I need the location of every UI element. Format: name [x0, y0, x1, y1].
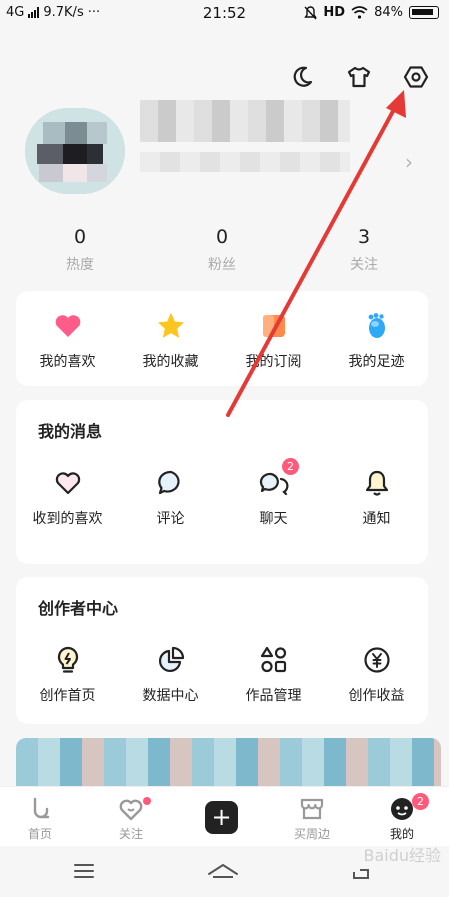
tshirt-icon[interactable]: [346, 64, 372, 90]
message-item-label: 通知: [362, 511, 391, 527]
lightbulb-icon: [57, 646, 78, 673]
create-post-button[interactable]: +: [205, 801, 238, 834]
mute-bell-icon: [304, 5, 318, 19]
tab-home[interactable]: 首页: [0, 795, 80, 842]
messages-card: 我的消息 收到的喜欢 评论 2 聊天 通知: [16, 400, 428, 564]
heart-icon: [55, 315, 80, 337]
tab-label: 买周边: [293, 827, 330, 841]
my-favorites-button[interactable]: 我的收藏: [119, 311, 222, 371]
username-blurred: [140, 100, 350, 142]
heart-outline-icon: [55, 472, 80, 495]
creator-home-button[interactable]: 创作首页: [16, 645, 119, 705]
message-item-label: 评论: [156, 511, 185, 527]
battery-percent: 84%: [374, 5, 403, 20]
creator-item-label: 创作首页: [39, 688, 96, 704]
menu-icon[interactable]: [73, 862, 95, 884]
profile-stats: 0 热度 0 粉丝 3 关注: [0, 226, 449, 276]
subscribe-icon: [262, 315, 285, 337]
comment-icon: [157, 470, 180, 495]
notifications-button[interactable]: 通知: [325, 468, 428, 528]
creator-item-label: 作品管理: [245, 688, 302, 704]
bottom-tab-bar: 首页 关注 + 买周边 2 我的: [0, 786, 449, 846]
status-bar: 4G 9.7K/s ··· 21:52 HD 84%: [0, 0, 449, 26]
chat-button[interactable]: 2 聊天: [222, 458, 325, 528]
chat-badge: 2: [282, 458, 299, 475]
received-likes-button[interactable]: 收到的喜欢: [16, 468, 119, 528]
user-info-blurred: [140, 152, 350, 172]
stat-value: 0: [73, 226, 87, 248]
avatar[interactable]: [25, 108, 125, 194]
works-management-button[interactable]: 作品管理: [222, 645, 325, 705]
stat-popularity[interactable]: 0 热度: [40, 226, 120, 274]
tab-label: 我的: [389, 827, 414, 841]
chevron-right-icon[interactable]: ›: [405, 150, 413, 174]
watermark: Baidu经验: [363, 846, 441, 865]
bell-icon: [365, 470, 388, 496]
creator-item-label: 创作收益: [348, 688, 405, 704]
shapes-icon: [260, 646, 286, 673]
battery-icon: [409, 6, 439, 19]
tab-follow[interactable]: 关注: [91, 795, 171, 842]
creator-title: 创作者中心: [38, 599, 119, 618]
settings-hexagon-icon[interactable]: [403, 64, 429, 90]
my-likes-button[interactable]: 我的喜欢: [16, 311, 119, 371]
top-toolbar: [289, 64, 429, 90]
home-nav-icon[interactable]: [207, 862, 239, 888]
stat-fans[interactable]: 0 粉丝: [182, 226, 262, 274]
me-badge: 2: [412, 793, 429, 810]
footprint-icon: [368, 313, 385, 338]
stat-following[interactable]: 3 关注: [324, 226, 404, 274]
follow-dot: [143, 797, 151, 805]
follow-tab-icon: [119, 799, 143, 821]
yuan-icon: [363, 647, 390, 673]
tab-me[interactable]: 2 我的: [362, 793, 442, 842]
pie-chart-icon: [158, 646, 184, 673]
creator-center-card: 创作者中心 创作首页 数据中心 作品管理 创作收益: [16, 577, 428, 724]
tab-label: 首页: [27, 827, 52, 841]
wifi-icon: [351, 6, 368, 19]
hd-label: HD: [323, 5, 346, 20]
stat-label: 粉丝: [208, 257, 236, 273]
messages-title: 我的消息: [38, 422, 103, 441]
shop-tab-icon: [300, 798, 324, 820]
action-label: 我的收藏: [142, 354, 199, 370]
moon-icon[interactable]: [289, 64, 315, 90]
creator-earnings-button[interactable]: 创作收益: [325, 645, 428, 705]
quick-actions-card: 我的喜欢 我的收藏 我的订阅 我的足迹: [16, 291, 428, 386]
my-subscriptions-button[interactable]: 我的订阅: [222, 311, 325, 371]
message-item-label: 聊天: [259, 511, 288, 527]
message-item-label: 收到的喜欢: [32, 511, 103, 527]
stat-label: 热度: [66, 257, 94, 273]
plus-icon: +: [211, 803, 232, 831]
star-icon: [158, 313, 183, 338]
stat-value: 0: [215, 226, 229, 248]
tab-shop[interactable]: 买周边: [272, 795, 352, 842]
my-footprints-button[interactable]: 我的足迹: [325, 311, 428, 371]
tab-label: 关注: [118, 827, 143, 841]
stat-value: 3: [357, 226, 371, 248]
home-tab-icon: [33, 797, 50, 819]
action-label: 我的足迹: [348, 354, 405, 370]
action-label: 我的喜欢: [39, 354, 96, 370]
comments-button[interactable]: 评论: [119, 468, 222, 528]
action-label: 我的订阅: [245, 354, 302, 370]
data-center-button[interactable]: 数据中心: [119, 645, 222, 705]
stat-label: 关注: [350, 257, 378, 273]
promo-banner[interactable]: [16, 738, 441, 786]
creator-item-label: 数据中心: [142, 688, 199, 704]
